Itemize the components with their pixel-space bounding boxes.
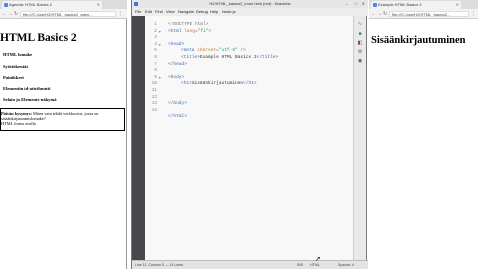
right-browser-tab[interactable]: Example HTML Basics 2 ✕ — [371, 1, 461, 9]
left-address-bar: ← → ↻ file:///C:/ose/H2/HTML_basics2_age… — [0, 9, 127, 19]
forward-icon[interactable]: → — [377, 11, 382, 17]
code-token: <h1> — [181, 81, 192, 87]
code-line-7: </head> — [168, 61, 187, 67]
line-number: 1 — [154, 22, 157, 27]
page-heading: Sisäänkirjautuminen — [371, 35, 466, 46]
left-url-input[interactable]: file:///C:/ose/H2/HTML_basics2_agen... — [20, 11, 116, 17]
code-line-6: <title>Example HTML Basics 2</title> — [181, 55, 278, 62]
line-number: 5 — [154, 48, 157, 54]
brackets-app-icon — [134, 2, 138, 6]
agenda-item: Painikkeet — [3, 75, 24, 80]
code-token: > — [208, 28, 212, 34]
menu-find[interactable]: Find — [155, 8, 163, 16]
code-line-10: <h1>Sisäänkirjautuminen</h1> — [181, 81, 257, 88]
editor-menu-bar: File Edit Find View Navigate Debug Help … — [132, 8, 368, 16]
left-browser-window: Agenda: HTML Basics 2 ✕ ← → ↻ file:///C:… — [0, 0, 127, 269]
line-number: 11 — [151, 88, 157, 93]
agenda-item: Selain ja Elements-näkymä — [3, 97, 57, 102]
forward-icon[interactable]: → — [8, 11, 13, 17]
close-tab-icon[interactable]: ✕ — [97, 1, 100, 9]
editor-right-toolbar: ∿ ■ ◧ ⚙ ◉ — [353, 16, 366, 260]
agenda-item: Syöttökentät — [3, 64, 29, 69]
code-token: <title> — [181, 55, 200, 60]
code-token: Example HTML Basics 2 — [199, 55, 257, 60]
code-token: <meta — [181, 48, 198, 54]
menu-icon[interactable]: ⋮ — [471, 11, 476, 17]
code-token: </title> — [256, 55, 279, 60]
extension-manager-icon[interactable]: ■ — [357, 32, 363, 37]
code-line-12: </body> — [168, 101, 187, 107]
left-tab-bar: Agenda: HTML Basics 2 ✕ — [0, 0, 127, 9]
right-browser-window: Example HTML Basics 2 ✕ ← → ↻ file:///C:… — [369, 0, 478, 269]
editor-title-bar: H2/HTML_basics2_inom.html (red) - Bracke… — [132, 0, 368, 8]
left-tab-title: Agenda: HTML Basics 2 — [9, 2, 52, 7]
agenda-item: Elementin id-attribuutti — [3, 86, 51, 91]
menu-debug[interactable]: Debug — [196, 8, 208, 16]
cursor-position: Line 11, Column 5 — 14 Lines — [135, 263, 184, 267]
line-number: 3 — [154, 35, 157, 41]
right-address-bar: ← → ↻ file:///C:/ose/H2/HTML_basics2... … — [369, 9, 478, 19]
theme-icon[interactable]: ◧ — [357, 41, 363, 46]
minimize-icon[interactable]: – — [346, 0, 348, 8]
code-line-1: <!DOCTYPE html> — [168, 22, 209, 27]
left-browser-tab[interactable]: Agenda: HTML Basics 2 ✕ — [2, 1, 102, 9]
code-line-14: </html> — [168, 114, 187, 120]
settings-icon[interactable]: ⚙ — [357, 50, 363, 55]
mouse-cursor-icon: ➚ — [315, 256, 321, 263]
line-number: 8 — [154, 68, 157, 74]
brackets-editor-window: H2/HTML_basics2_inom.html (red) - Bracke… — [131, 0, 368, 269]
code-token: </h1> — [243, 81, 257, 87]
code-token: "utf-8" — [218, 48, 238, 54]
editor-title: H2/HTML_basics2_inom.html (red) - Bracke… — [209, 1, 291, 6]
code-token: charset — [197, 48, 217, 54]
code-token: lang — [184, 28, 196, 34]
fold-arrow-icon[interactable]: ▼ — [158, 29, 161, 36]
menu-navigate[interactable]: Navigate — [178, 8, 194, 16]
page-favicon-icon — [373, 3, 377, 7]
code-editor[interactable]: 1 2 3 4 5 6 7 8 9 10 11 12 13 14 ▼ ▼ ▼ <… — [145, 16, 355, 260]
fold-arrow-icon[interactable]: ▼ — [158, 75, 161, 82]
fold-arrow-icon[interactable]: ▼ — [158, 42, 161, 49]
code-token: <html — [168, 28, 185, 34]
close-tab-icon[interactable]: ✕ — [456, 1, 459, 9]
menu-nodejs[interactable]: Node.js — [222, 8, 236, 16]
live-preview-icon[interactable]: ∿ — [357, 22, 363, 27]
line-number: 13 — [151, 101, 157, 107]
back-icon[interactable]: ← — [2, 11, 7, 17]
menu-help[interactable]: Help — [210, 8, 218, 16]
line-number: 6 — [154, 55, 157, 60]
close-window-icon[interactable]: ✕ — [362, 0, 365, 8]
maximize-icon[interactable]: □ — [355, 0, 357, 8]
code-line-5: <meta charset="utf-8" /> — [181, 48, 246, 55]
editor-sidebar[interactable] — [132, 16, 145, 260]
code-line-2: <html lang="fi"> — [168, 29, 211, 36]
editor-status-bar: Line 11, Column 5 — 14 Lines INS HTML Sp… — [132, 260, 368, 269]
menu-icon[interactable]: ⋮ — [118, 11, 123, 17]
right-url-input[interactable]: file:///C:/ose/H2/HTML_basics2... — [389, 11, 469, 17]
page-title: HTML Basics 2 — [0, 32, 77, 44]
line-number: 10 — [151, 81, 157, 87]
code-token: /> — [237, 48, 246, 54]
menu-file[interactable]: File — [135, 8, 141, 16]
code-token: "fi" — [197, 28, 209, 34]
question-box: Päivän kysymys: Miten vain tehdä verkkos… — [0, 108, 125, 131]
page-favicon-icon — [4, 3, 8, 7]
code-token: Sisäänkirjautuminen — [191, 81, 244, 87]
reload-icon[interactable]: ↻ — [14, 11, 18, 17]
right-tab-bar: Example HTML Basics 2 ✕ — [369, 0, 478, 9]
question-answer: HTML forms avulla — [1, 121, 36, 126]
back-icon[interactable]: ← — [371, 11, 376, 17]
right-tab-title: Example HTML Basics 2 — [378, 2, 422, 7]
line-number: 14 — [151, 107, 157, 113]
insert-mode[interactable]: INS — [297, 261, 303, 269]
reload-icon[interactable]: ↻ — [383, 11, 387, 17]
menu-edit[interactable]: Edit — [145, 8, 152, 16]
menu-view[interactable]: View — [166, 8, 175, 16]
git-icon[interactable]: ◉ — [357, 59, 363, 64]
indent-spaces[interactable]: Spaces: 4 — [338, 261, 354, 269]
agenda-item: HTML lomake — [3, 52, 33, 57]
